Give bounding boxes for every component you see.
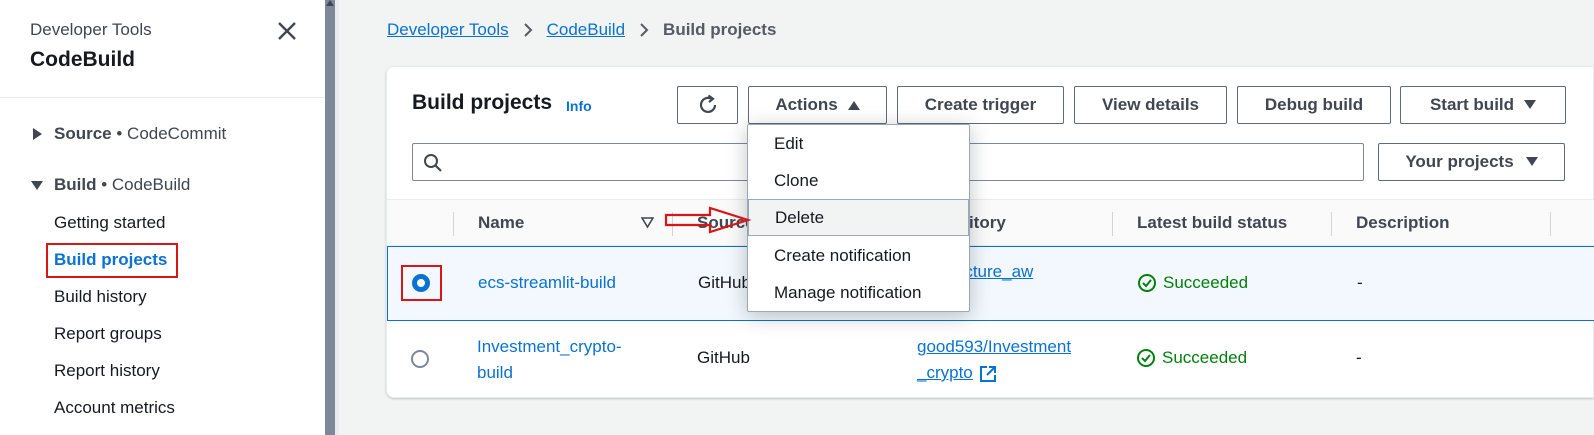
table-row[interactable]: ecs-streamlit-build GitHub 593/lecture_a… bbox=[387, 246, 1594, 321]
build-status: Succeeded bbox=[1137, 273, 1248, 293]
breadcrumb: Developer Tools CodeBuild Build projects bbox=[387, 20, 776, 40]
sidebar-item-getting-started[interactable]: Getting started bbox=[54, 213, 166, 233]
project-name-line-1: Investment_crypto- bbox=[477, 337, 622, 356]
debug-build-button[interactable]: Debug build bbox=[1237, 86, 1391, 124]
sidebar-group-build[interactable]: Build • CodeBuild bbox=[30, 175, 190, 195]
annotation-highlight-box bbox=[401, 265, 442, 301]
success-check-icon bbox=[1137, 349, 1155, 367]
actions-button[interactable]: Actions bbox=[748, 86, 887, 124]
actions-dropdown-menu: Edit Clone Delete Create notification Ma… bbox=[747, 124, 970, 312]
table-header: Name Source Repository Latest build stat… bbox=[387, 199, 1594, 246]
source-cell: GitHub bbox=[697, 348, 750, 367]
sidebar-item-report-history[interactable]: Report history bbox=[54, 361, 160, 381]
your-projects-label: Your projects bbox=[1405, 152, 1514, 171]
sidebar-divider bbox=[0, 97, 325, 98]
view-details-button[interactable]: View details bbox=[1074, 86, 1227, 124]
sidebar-item-report-groups[interactable]: Report groups bbox=[54, 324, 162, 344]
table-row[interactable]: Investment_crypto- build GitHub good593/… bbox=[387, 322, 1594, 397]
your-projects-select[interactable]: Your projects bbox=[1378, 143, 1565, 181]
refresh-button[interactable] bbox=[677, 86, 738, 124]
sidebar-scrollbar[interactable] bbox=[325, 0, 335, 435]
scroll-up-arrow-icon[interactable] bbox=[326, 0, 334, 6]
refresh-icon bbox=[699, 94, 716, 114]
build-status: Succeeded bbox=[1136, 348, 1247, 368]
sidebar-item-account-metrics[interactable]: Account metrics bbox=[54, 398, 175, 418]
caret-down-icon bbox=[31, 181, 43, 190]
app-title[interactable]: CodeBuild bbox=[30, 48, 135, 72]
project-name-link[interactable]: Investment_crypto- build bbox=[477, 334, 622, 386]
service-name[interactable]: Developer Tools bbox=[30, 20, 152, 40]
caret-right-icon bbox=[33, 128, 42, 140]
create-trigger-button[interactable]: Create trigger bbox=[897, 86, 1064, 124]
column-header-status[interactable]: Latest build status bbox=[1137, 213, 1287, 233]
layout-gutter bbox=[335, 0, 339, 435]
sidebar-item-build-history[interactable]: Build history bbox=[54, 287, 147, 307]
column-separator bbox=[453, 212, 454, 236]
breadcrumb-codebuild[interactable]: CodeBuild bbox=[547, 20, 625, 40]
actions-label: Actions bbox=[775, 95, 838, 114]
build-projects-panel: Build projects Info Actions Create trigg… bbox=[386, 66, 1594, 398]
project-name-line-2: build bbox=[477, 363, 513, 382]
annotation-highlight-box bbox=[46, 243, 178, 278]
column-separator bbox=[1550, 212, 1551, 236]
source-cell: GitHub bbox=[698, 273, 751, 292]
menu-item-manage-notification[interactable]: Manage notification bbox=[748, 274, 969, 311]
panel-title: Build projects bbox=[412, 91, 553, 114]
close-icon[interactable] bbox=[276, 20, 298, 42]
menu-item-create-notification[interactable]: Create notification bbox=[748, 237, 969, 274]
project-name-link[interactable]: ecs-streamlit-build bbox=[478, 273, 616, 293]
sidebar-group-label: Build bbox=[54, 175, 97, 194]
sidebar-group-sub: • CodeCommit bbox=[111, 124, 227, 143]
row-radio[interactable] bbox=[411, 350, 429, 368]
annotation-arrow-icon bbox=[664, 206, 752, 234]
caret-up-icon bbox=[847, 101, 860, 110]
column-separator bbox=[1331, 212, 1332, 236]
chevron-right-icon bbox=[523, 23, 533, 37]
repository-line-2[interactable]: _crypto bbox=[917, 363, 973, 382]
sidebar-group-label: Source bbox=[54, 124, 112, 143]
success-check-icon bbox=[1138, 274, 1156, 292]
external-link-icon[interactable] bbox=[979, 365, 997, 383]
status-text: Succeeded bbox=[1163, 273, 1249, 292]
caret-down-icon bbox=[1524, 100, 1537, 109]
menu-item-edit[interactable]: Edit bbox=[748, 125, 969, 162]
menu-item-clone[interactable]: Clone bbox=[748, 162, 969, 199]
caret-down-icon bbox=[1525, 157, 1538, 166]
start-build-label: Start build bbox=[1429, 95, 1515, 114]
breadcrumb-developer-tools[interactable]: Developer Tools bbox=[387, 20, 509, 40]
sort-descending-icon[interactable] bbox=[641, 217, 654, 229]
description-cell: - bbox=[1357, 273, 1363, 292]
repository-line-1[interactable]: good593/Investment bbox=[917, 337, 1071, 356]
info-link[interactable]: Info bbox=[566, 98, 592, 114]
start-build-button[interactable]: Start build bbox=[1400, 86, 1566, 124]
column-header-description[interactable]: Description bbox=[1356, 213, 1450, 233]
status-text: Succeeded bbox=[1162, 348, 1248, 367]
column-header-name[interactable]: Name bbox=[478, 213, 524, 233]
search-icon bbox=[424, 154, 442, 172]
side-navigation: Developer Tools CodeBuild Source • CodeC… bbox=[0, 0, 325, 435]
sidebar-group-source[interactable]: Source • CodeCommit bbox=[30, 124, 226, 144]
description-cell: - bbox=[1356, 348, 1362, 367]
sidebar-group-sub: • CodeBuild bbox=[96, 175, 191, 194]
breadcrumb-current: Build projects bbox=[663, 20, 777, 39]
column-separator bbox=[1112, 212, 1113, 236]
chevron-right-icon bbox=[640, 23, 649, 37]
repository-link[interactable]: good593/Investment _crypto bbox=[917, 334, 1071, 386]
menu-item-delete[interactable]: Delete bbox=[748, 199, 969, 236]
